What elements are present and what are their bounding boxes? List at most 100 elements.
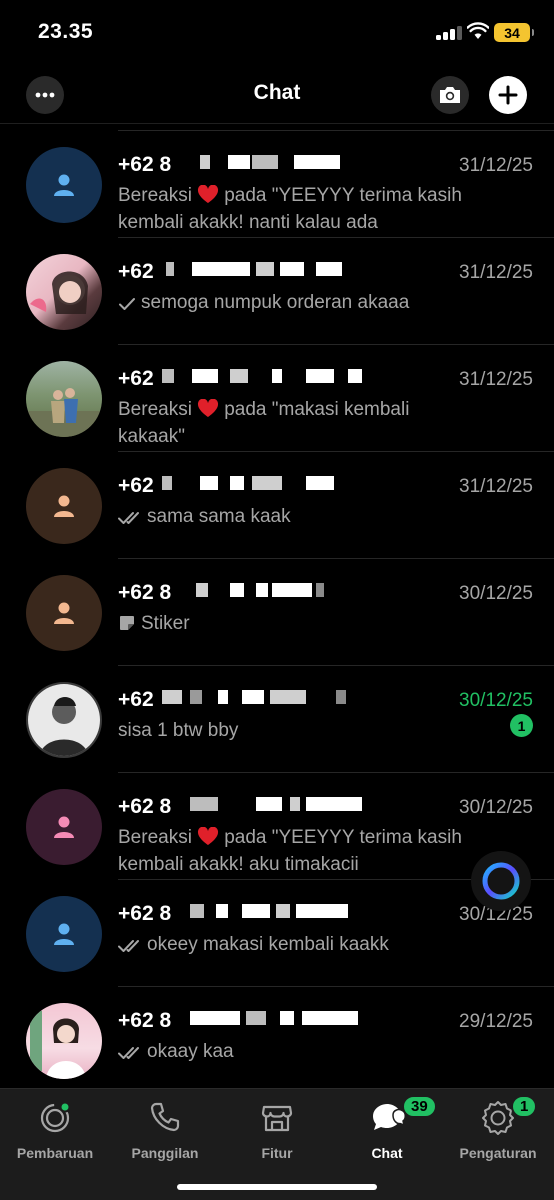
meta-ai-button[interactable] (471, 851, 531, 911)
message-preview: okaay kaa (118, 1038, 463, 1065)
reaction-prefix: Bereaksi (118, 399, 192, 420)
nav-tab-panggilan[interactable]: Panggilan (110, 1097, 220, 1161)
contact-name: +62 (118, 688, 154, 711)
chat-date: 31/12/25 (459, 262, 533, 283)
nav-label: Panggilan (131, 1145, 199, 1161)
meta-ai-icon (482, 862, 520, 900)
chat-row[interactable]: +62 8 30/12/25 Stiker (0, 559, 554, 666)
signal-icon (436, 26, 463, 40)
message-preview: sama sama kaak (118, 503, 463, 530)
nav-label: Pengaturan (459, 1145, 537, 1161)
new-chat-button[interactable] (489, 76, 527, 114)
nav-label: Chat (371, 1145, 403, 1161)
nav-tab-pembaruan[interactable]: Pembaruan (0, 1097, 110, 1161)
chat-date: 30/12/25 (459, 583, 533, 604)
nav-tab-pengaturan[interactable]: 1 Pengaturan (443, 1095, 553, 1161)
camera-icon (440, 87, 460, 103)
nav-label: Pembaruan (16, 1145, 94, 1161)
chat-row[interactable]: +62 8 29/12/25 okaay kaa (0, 987, 554, 1088)
chat-row[interactable]: +62 31/12/25 Bereaksi pada "makasi kemba… (0, 345, 554, 452)
avatar (26, 1003, 102, 1079)
message-preview: Bereaksi pada "makasi kembali kakaak" (118, 396, 463, 450)
chat-row[interactable]: +62 30/12/25 sisa 1 btw bby 1 (0, 666, 554, 773)
chat-date: 30/12/25 (459, 797, 533, 818)
chat-icon (373, 1104, 406, 1130)
nav-label: Fitur (261, 1145, 293, 1161)
double-check-icon (118, 512, 139, 524)
default-avatar-icon (54, 816, 74, 838)
preview-text: okeey makasi kembali kaakk (147, 934, 389, 955)
chat-row[interactable]: +62 8 30/12/25 okeey makasi kembali kaak… (0, 880, 554, 987)
avatar (26, 896, 102, 972)
message-preview: Stiker (118, 610, 463, 637)
preview-text: sisa 1 btw bby (118, 720, 239, 741)
redacted-number (160, 583, 360, 603)
default-avatar-icon (54, 174, 74, 196)
default-avatar-icon (54, 923, 74, 945)
message-preview: sisa 1 btw bby (118, 717, 463, 744)
settings-badge: 1 (511, 1095, 538, 1118)
contact-photo (26, 388, 102, 437)
heart-icon (198, 827, 219, 845)
message-preview: Bereaksi pada "YEEYYY terima kasih kemba… (118, 182, 463, 236)
redacted-number (160, 690, 360, 710)
message-preview: semoga numpuk orderan akaaa (118, 289, 463, 316)
chat-row[interactable]: +62 8 31/12/25 Bereaksi pada "YEEYYY ter… (0, 131, 554, 238)
avatar (26, 254, 102, 330)
message-preview: Bereaksi pada "YEEYYY terima kasih kemba… (118, 824, 463, 878)
contact-photo (30, 271, 88, 314)
contact-photo (28, 684, 100, 756)
chat-row[interactable]: +62 31/12/25 sama sama kaak (0, 452, 554, 559)
chat-list[interactable]: +62 8 31/12/25 Bereaksi pada "YEEYYY ter… (0, 124, 554, 1088)
default-avatar-icon (54, 602, 74, 624)
redacted-number (160, 904, 360, 924)
redacted-number (160, 1011, 360, 1031)
contact-photo (30, 1011, 86, 1079)
status-bar: 23.35 34 (0, 0, 554, 62)
reaction-prefix: Bereaksi (118, 185, 192, 206)
chat-date: 29/12/25 (459, 1011, 533, 1032)
preview-text: okaay kaa (147, 1041, 234, 1062)
home-indicator[interactable] (177, 1184, 377, 1190)
chat-row[interactable]: +62 8 30/12/25 Bereaksi pada "YEEYYY ter… (0, 773, 554, 880)
phone-icon (150, 1102, 180, 1132)
nav-tab-fitur[interactable]: Fitur (222, 1097, 332, 1161)
heart-icon (198, 399, 219, 417)
contact-name: +62 (118, 474, 154, 497)
double-check-icon (118, 940, 139, 952)
store-icon (261, 1105, 293, 1132)
default-avatar-icon (54, 495, 74, 517)
redacted-number (160, 797, 362, 817)
avatar (26, 147, 102, 223)
heart-icon (198, 185, 219, 203)
contact-name: +62 (118, 260, 154, 283)
message-preview: okeey makasi kembali kaakk (118, 931, 463, 958)
reaction-prefix: Bereaksi (118, 827, 192, 848)
camera-button[interactable] (431, 76, 469, 114)
preview-text: Stiker (141, 613, 190, 634)
unread-badge: 1 (510, 714, 533, 737)
redacted-number (160, 262, 360, 282)
chat-row[interactable]: +62 31/12/25 semoga numpuk orderan akaaa (0, 238, 554, 345)
plus-icon (498, 85, 518, 105)
redacted-number (160, 476, 360, 496)
redacted-number (160, 155, 360, 175)
chat-date: 31/12/25 (459, 369, 533, 390)
single-check-icon (119, 298, 135, 310)
double-check-icon (118, 1047, 139, 1059)
battery-indicator: 34 (494, 23, 534, 42)
avatar (26, 468, 102, 544)
nav-tab-chat[interactable]: 39 Chat (332, 1095, 442, 1161)
page-title: Chat (253, 81, 301, 104)
sticker-icon (120, 616, 134, 630)
wifi-icon (467, 22, 489, 39)
chat-header: Chat (0, 62, 554, 124)
unread-count-badge: 39 (402, 1095, 437, 1118)
avatar (26, 789, 102, 865)
avatar (26, 575, 102, 651)
contact-name: +62 (118, 367, 154, 390)
status-icon (40, 1101, 71, 1133)
chat-date: 31/12/25 (459, 155, 533, 176)
redacted-number (160, 369, 362, 389)
preview-text: semoga numpuk orderan akaaa (141, 292, 410, 313)
